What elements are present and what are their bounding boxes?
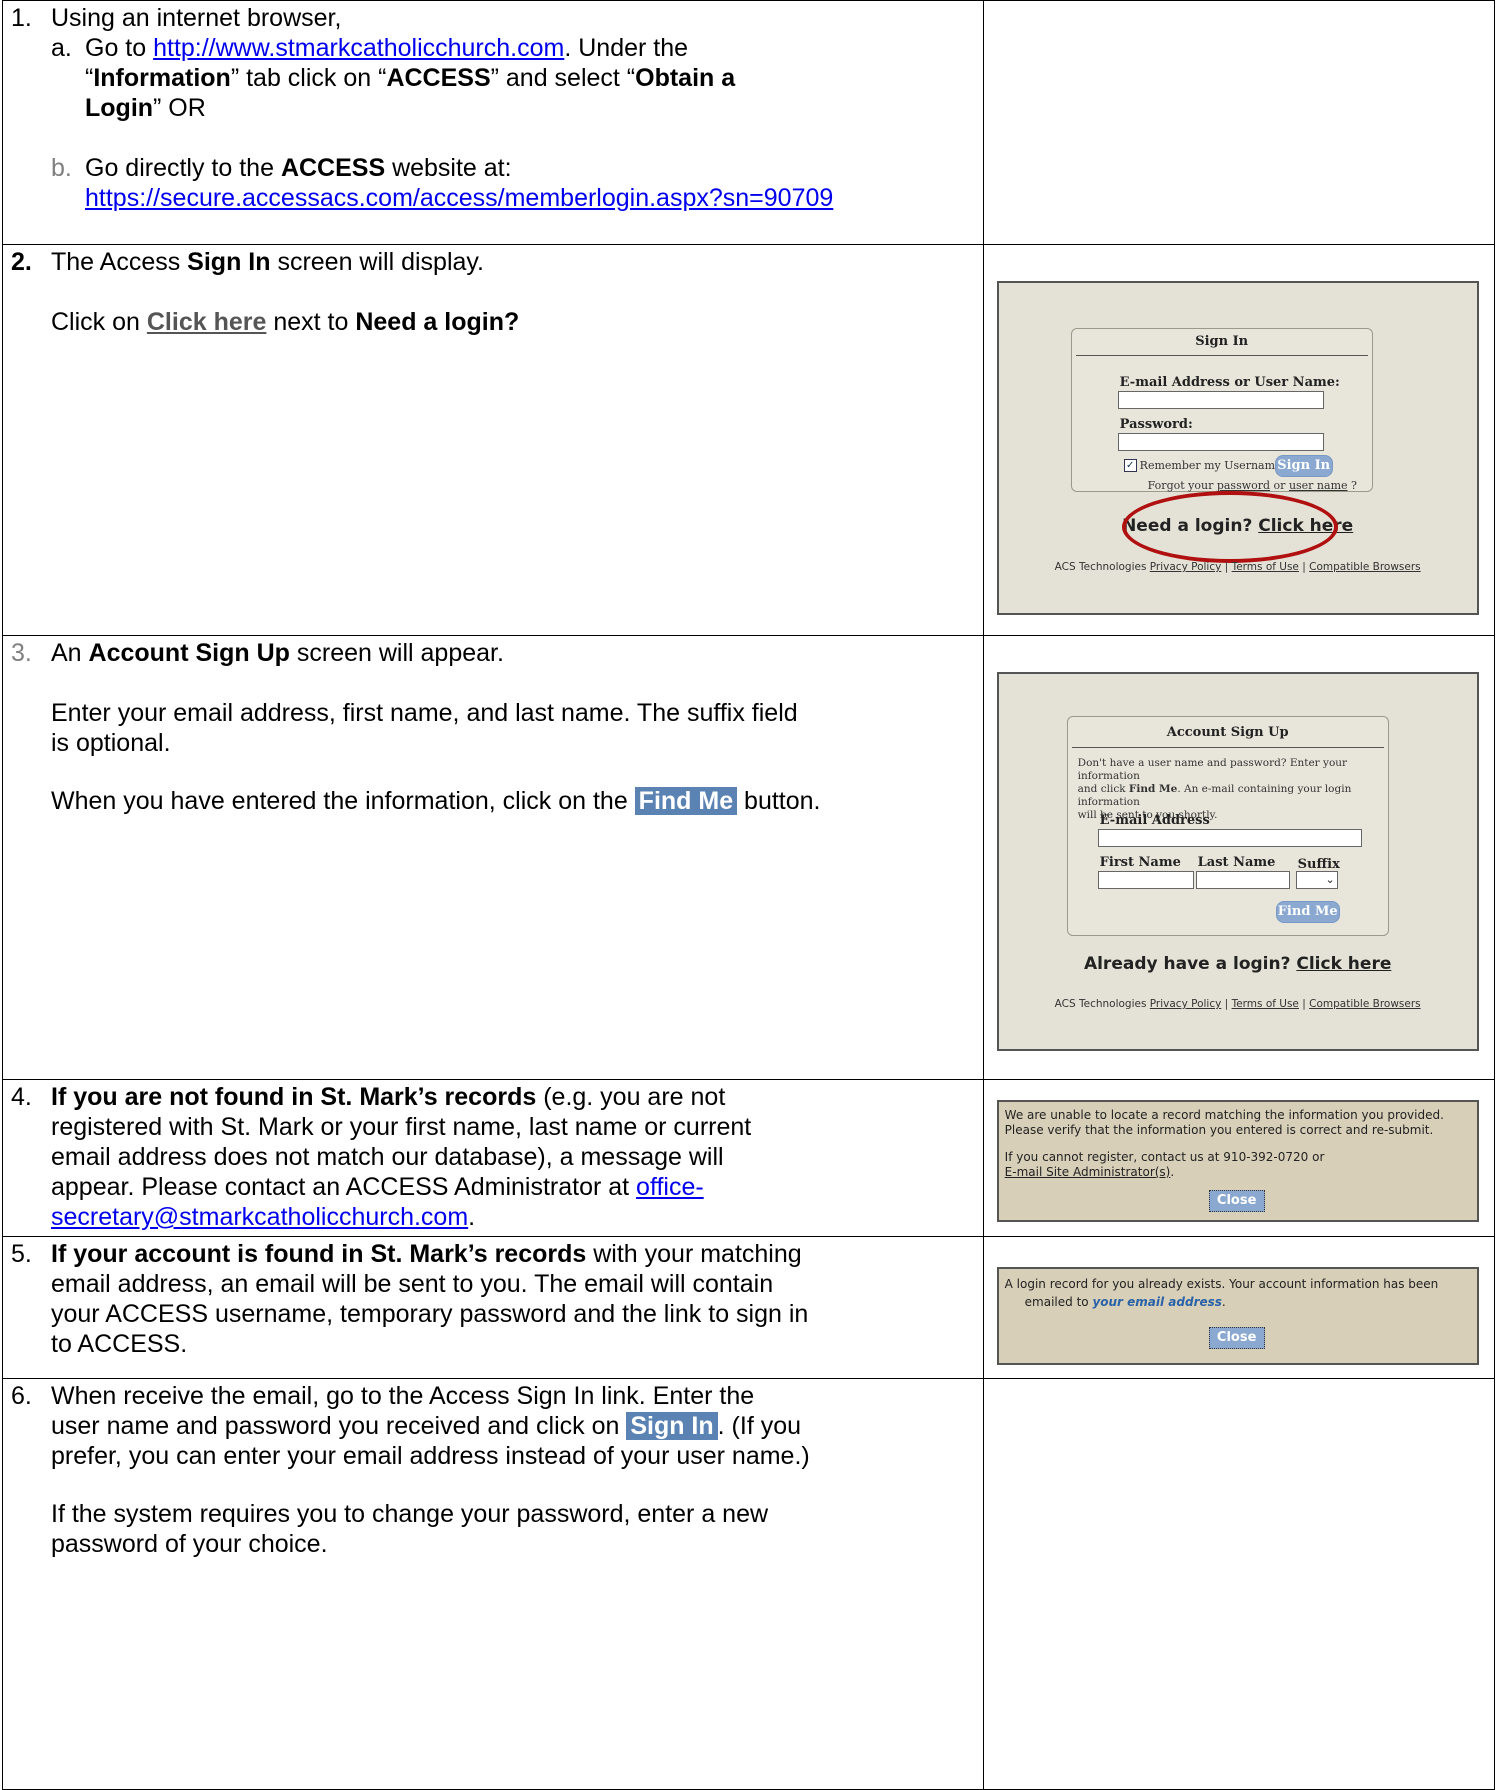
step-3-line4: When you have entered the information, c… xyxy=(51,787,821,815)
email-admin-link[interactable]: E-mail Site Administrator(s) xyxy=(1005,1165,1171,1179)
instructions-table: 1. Using an internet browser, a. Go to h… xyxy=(2,0,1496,1790)
step-5-cell: 5. If your account is found in St. Mark’… xyxy=(2,1236,984,1379)
suffix-label: Suffix xyxy=(1297,857,1340,872)
last-name-label: Last Name xyxy=(1197,855,1276,870)
email-label: E-mail Address or User Name: xyxy=(1119,375,1340,390)
step-1a-line2: “Information” tab click on “ACCESS” and … xyxy=(85,64,736,92)
step-5-line4: to ACCESS. xyxy=(51,1330,188,1358)
sign-up-box: Account Sign Up Don't have a user name a… xyxy=(1066,716,1389,936)
sign-in-title: Sign In xyxy=(1195,334,1249,349)
first-name-field[interactable] xyxy=(1097,871,1194,889)
step-5-line2: email address, an email will be sent to … xyxy=(51,1270,774,1298)
step-3-line3: is optional. xyxy=(51,729,171,757)
sign-in-button[interactable]: Sign In xyxy=(1274,455,1333,477)
step-6-cell: 6. When receive the email, go to the Acc… xyxy=(2,1378,984,1790)
email-field[interactable] xyxy=(1117,391,1324,409)
sign-up-screenshot: Account Sign Up Don't have a user name a… xyxy=(996,672,1479,1051)
not-found-message: We are unable to locate a record matchin… xyxy=(996,1100,1479,1222)
step-4-line1: If you are not found in St. Mark’s recor… xyxy=(51,1083,726,1111)
step-2-line1: The Access Sign In screen will display. xyxy=(51,248,485,276)
email-label: E-mail Address xyxy=(1099,813,1210,828)
step-1a-line3: Login” OR xyxy=(85,94,206,122)
sign-up-footer: ACS Technologies Privacy Policy | Terms … xyxy=(1054,998,1421,1010)
not-found-line1: We are unable to locate a record matchin… xyxy=(1004,1108,1444,1122)
step-5-line3: your ACCESS username, temporary password… xyxy=(51,1300,809,1328)
step-2-cell: 2. The Access Sign In screen will displa… xyxy=(2,244,984,636)
step-1-image-cell xyxy=(982,0,1496,245)
remember-checkbox[interactable]: ✓ xyxy=(1123,459,1137,472)
found-line2: emailed to your email address. xyxy=(1024,1295,1226,1309)
found-message: A login record for you already exists. Y… xyxy=(996,1267,1479,1365)
sign-up-title: Account Sign Up xyxy=(1166,725,1289,740)
step-1a-letter: a. xyxy=(51,34,72,62)
office-email-link[interactable]: office- xyxy=(636,1173,704,1201)
step-6-image-cell xyxy=(982,1378,1496,1790)
password-field[interactable] xyxy=(1117,433,1324,451)
already-login-click-here[interactable]: Click here xyxy=(1296,954,1391,974)
step-number: 5. xyxy=(11,1240,32,1268)
step-1b-line1: Go directly to the ACCESS website at: xyxy=(85,154,512,182)
sign-in-box: Sign In E-mail Address or User Name: Pas… xyxy=(1070,328,1373,492)
highlight-circle xyxy=(1121,491,1338,563)
close-button[interactable]: Close xyxy=(1208,1327,1265,1349)
step-4-line4: appear. Please contact an ACCESS Adminis… xyxy=(51,1173,704,1201)
step-4-cell: 4. If you are not found in St. Mark’s re… xyxy=(2,1079,984,1237)
last-name-field[interactable] xyxy=(1195,871,1290,889)
step-6-line1: When receive the email, go to the Access… xyxy=(51,1382,755,1410)
step-number: 6. xyxy=(11,1382,32,1410)
step-number: 2. xyxy=(11,248,32,276)
step-1a-line1: Go to http://www.stmarkcatholicchurch.co… xyxy=(85,34,689,62)
access-login-link[interactable]: https://secure.accessacs.com/access/memb… xyxy=(85,184,833,212)
not-found-line3: If you cannot register, contact us at 91… xyxy=(1004,1150,1325,1164)
step-number: 3. xyxy=(11,639,32,667)
step-5-line1: If your account is found in St. Mark’s r… xyxy=(51,1240,802,1268)
first-name-label: First Name xyxy=(1099,855,1181,870)
step-1-cell: 1. Using an internet browser, a. Go to h… xyxy=(2,0,984,245)
find-me-button[interactable]: Find Me xyxy=(1275,901,1340,923)
sign-in-screenshot: Sign In E-mail Address or User Name: Pas… xyxy=(996,281,1479,615)
step-4-line2: registered with St. Mark or your first n… xyxy=(51,1113,752,1141)
step-6-line2: user name and password you received and … xyxy=(51,1412,802,1440)
email-field[interactable] xyxy=(1097,829,1362,847)
step-3-image-cell: Account Sign Up Don't have a user name a… xyxy=(982,635,1496,1080)
step-6-line3: prefer, you can enter your email address… xyxy=(51,1442,810,1470)
step-5-image-cell: A login record for you already exists. Y… xyxy=(982,1236,1496,1379)
step-number: 1. xyxy=(11,4,32,32)
sign-in-footer: ACS Technologies Privacy Policy | Terms … xyxy=(1054,561,1421,573)
password-label: Password: xyxy=(1119,417,1193,432)
step-3-line2: Enter your email address, first name, an… xyxy=(51,699,798,727)
step-1-intro: Using an internet browser, xyxy=(51,4,342,32)
forgot-username-link[interactable]: user name xyxy=(1289,479,1348,492)
forgot-text: Forgot your password or user name ? xyxy=(1147,479,1357,492)
step-3-cell: 3. An Account Sign Up screen will appear… xyxy=(2,635,984,1080)
step-6-line4: If the system requires you to change you… xyxy=(51,1500,769,1528)
remember-label: Remember my Username xyxy=(1139,459,1282,472)
step-4-image-cell: We are unable to locate a record matchin… xyxy=(982,1079,1496,1237)
found-line1: A login record for you already exists. Y… xyxy=(1004,1277,1439,1291)
chevron-down-icon: ⌄ xyxy=(1325,873,1335,886)
already-login-text: Already have a login? Click here xyxy=(1083,954,1392,974)
step-2-line2: Click on Click here next to Need a login… xyxy=(51,308,520,336)
office-email-link-cont[interactable]: secretary@stmarkcatholicchurch.com xyxy=(51,1203,468,1231)
step-1b-line2: https://secure.accessacs.com/access/memb… xyxy=(85,183,833,213)
step-number: 4. xyxy=(11,1083,32,1111)
step-4-line3: email address does not match our databas… xyxy=(51,1143,724,1171)
step-3-line1: An Account Sign Up screen will appear. xyxy=(51,639,504,667)
step-4-line5: secretary@stmarkcatholicchurch.com. xyxy=(51,1203,476,1231)
stmark-website-link[interactable]: http://www.stmarkcatholicchurch.com xyxy=(153,34,564,62)
step-2-image-cell: Sign In E-mail Address or User Name: Pas… xyxy=(982,244,1496,636)
not-found-line2: Please verify that the information you e… xyxy=(1004,1123,1434,1137)
close-button[interactable]: Close xyxy=(1208,1190,1265,1212)
step-1b-letter: b. xyxy=(51,154,72,182)
step-6-line5: password of your choice. xyxy=(51,1530,328,1558)
suffix-select[interactable]: ⌄ xyxy=(1295,871,1338,889)
